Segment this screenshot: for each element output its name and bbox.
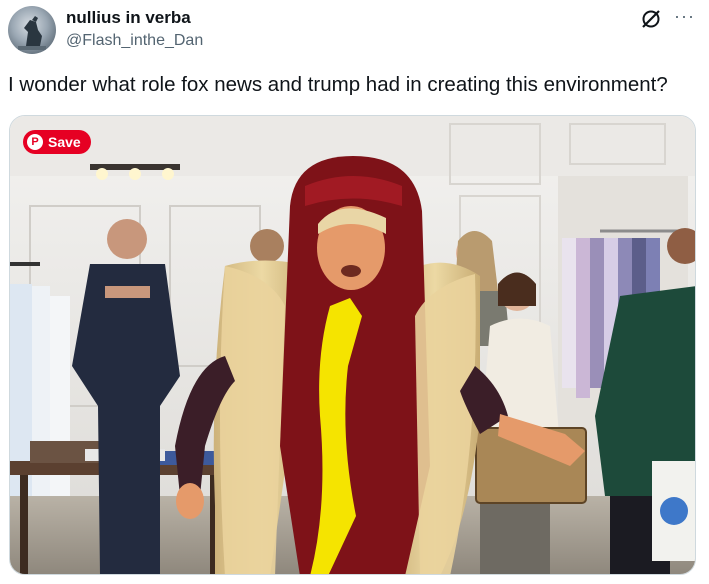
pinterest-save-button[interactable]: P Save [23, 130, 91, 154]
more-icon[interactable]: ··· [674, 6, 695, 27]
tweet-image[interactable]: P Save [9, 115, 696, 575]
save-label: Save [48, 134, 81, 150]
author-name[interactable]: nullius in verba [66, 8, 191, 28]
scene-illustration [10, 116, 695, 574]
avatar-statue-icon [18, 16, 46, 50]
grok-icon[interactable] [640, 8, 662, 30]
pinterest-icon: P [27, 134, 43, 150]
author-handle[interactable]: @Flash_inthe_Dan [66, 32, 203, 50]
tweet-text: I wonder what role fox news and trump ha… [8, 73, 668, 96]
avatar[interactable] [8, 6, 56, 54]
